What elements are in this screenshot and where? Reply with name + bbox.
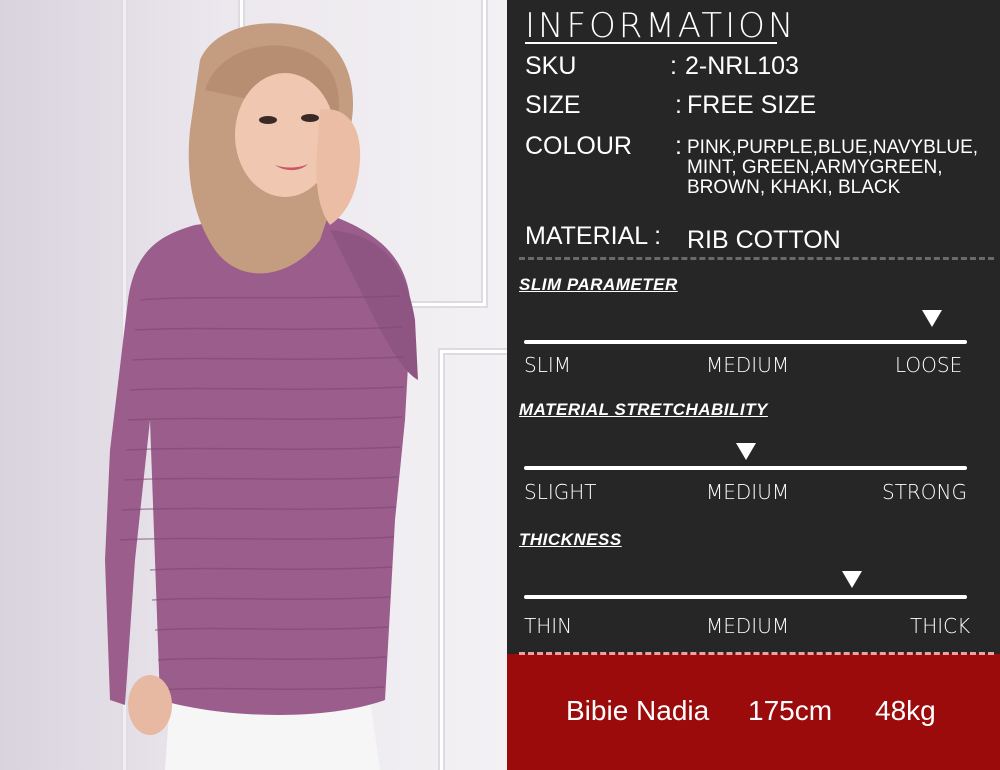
bar-divider	[519, 652, 994, 655]
stretch-min-label: SLIGHT	[524, 480, 597, 504]
sku-value: 2-NRL103	[685, 52, 799, 80]
stretch-level-marker	[735, 443, 756, 460]
stretch-scale-line	[524, 466, 967, 470]
stretch-mid-label: MEDIUM	[706, 480, 790, 504]
section-divider	[519, 257, 994, 260]
product-info-panel: INFORMATION SKU : 2-NRL103 SIZE : FREE S…	[507, 0, 1000, 654]
stretchability-title: MATERIAL STRETCHABILITY	[519, 400, 768, 419]
colour-separator: :	[675, 132, 682, 160]
thickness-scale-line	[524, 595, 967, 599]
size-value: FREE SIZE	[687, 91, 817, 119]
model-name: Bibie Nadia	[566, 695, 710, 726]
thickness-max-label: THICK	[910, 614, 971, 638]
size-separator: :	[675, 91, 682, 119]
colour-label: COLOUR	[525, 132, 632, 160]
title-underline	[525, 42, 777, 44]
model-details-bar: Bibie Nadia 175cm 48kg	[507, 652, 1000, 770]
model-height: 175cm	[748, 695, 833, 726]
slim-level-marker	[921, 310, 942, 327]
thickness-min-label: THIN	[524, 614, 573, 638]
info-title: INFORMATION	[525, 6, 797, 46]
sku-label: SKU	[525, 52, 577, 80]
model-figure	[105, 23, 418, 770]
material-value: RIB COTTON	[687, 226, 841, 254]
material-label: MATERIAL :	[525, 222, 662, 250]
stretch-max-label: STRONG	[882, 480, 968, 504]
sku-separator: :	[670, 52, 677, 80]
slim-mid-label: MEDIUM	[706, 353, 790, 377]
size-label: SIZE	[525, 91, 581, 119]
slim-parameter-title: SLIM PARAMETER	[519, 275, 678, 294]
thickness-level-marker	[841, 571, 862, 588]
slim-min-label: SLIM	[524, 353, 571, 377]
colour-value: PINK,PURPLE,BLUE,NAVYBLUE, MINT, GREEN,A…	[687, 137, 979, 198]
slim-max-label: LOOSE	[895, 353, 963, 377]
model-weight: 48kg	[875, 695, 936, 726]
thickness-mid-label: MEDIUM	[706, 614, 790, 638]
product-photo	[0, 0, 507, 770]
slim-scale-line	[524, 340, 967, 344]
thickness-title: THICKNESS	[519, 530, 622, 549]
